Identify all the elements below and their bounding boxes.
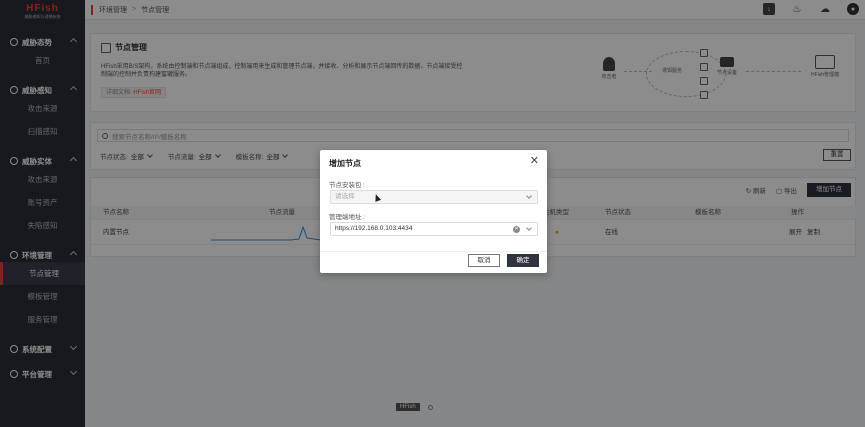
dialog-title: 增加节点 xyxy=(329,159,361,168)
package-placeholder: 请选择 xyxy=(335,193,355,200)
address-value: https://192.168.0.103:4434 xyxy=(335,225,413,232)
package-select[interactable]: 请选择 xyxy=(330,190,538,204)
address-field-label: 管理端地址: xyxy=(329,214,365,221)
clear-icon[interactable]: ✕ xyxy=(513,226,520,233)
dialog-divider xyxy=(320,251,547,252)
chevron-down-icon xyxy=(526,225,532,231)
package-label-text: 节点安装包 xyxy=(329,182,362,189)
confirm-button[interactable]: 确定 xyxy=(507,254,539,267)
close-icon[interactable]: ✕ xyxy=(530,156,539,167)
package-field-label: 节点安装包: xyxy=(329,182,365,189)
add-node-dialog: 增加节点 ✕ 节点安装包: 请选择 管理端地址: https://192.168… xyxy=(320,150,547,273)
cancel-button[interactable]: 取消 xyxy=(468,254,500,267)
chevron-down-icon xyxy=(526,193,532,199)
address-label-text: 管理端地址 xyxy=(329,214,362,221)
address-select[interactable]: https://192.168.0.103:4434 ✕ xyxy=(330,222,538,236)
